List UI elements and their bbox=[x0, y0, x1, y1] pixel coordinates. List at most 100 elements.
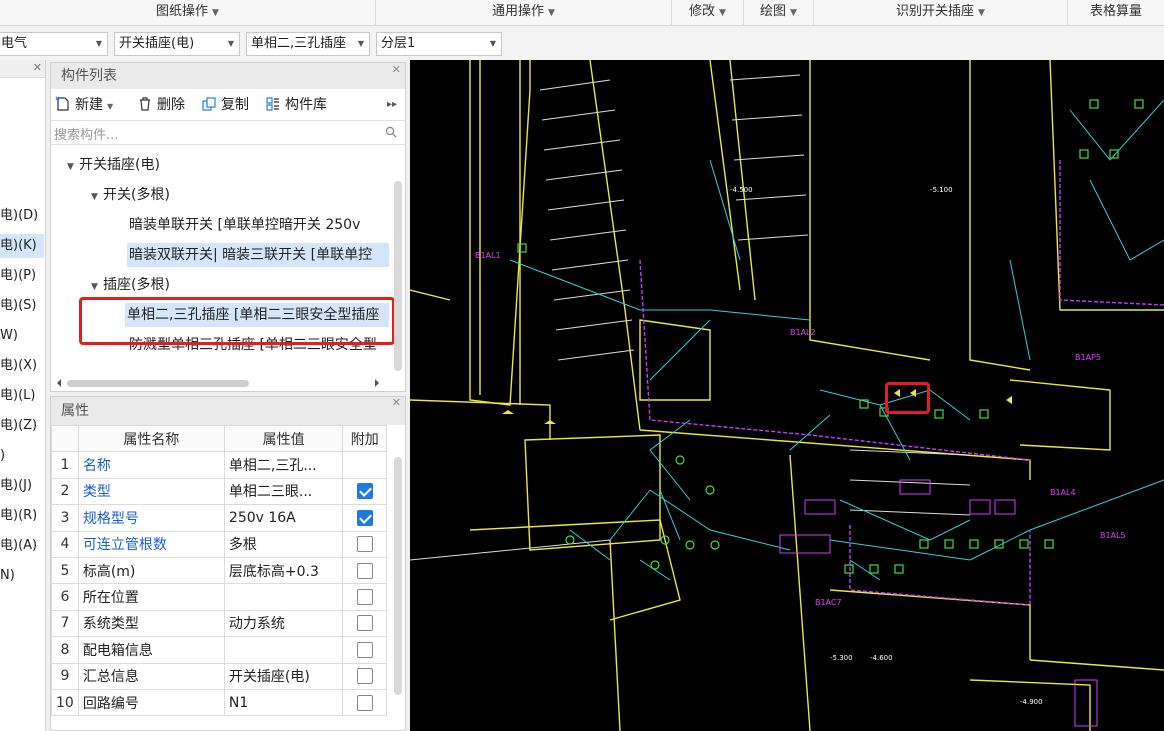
cad-label: -4.500 bbox=[730, 186, 753, 194]
ribbon-drawing-ops[interactable]: 图纸操作 ▼ bbox=[0, 0, 376, 26]
floor-plan-drawing[interactable]: B1AL1 B1AL2 B1AP5 B1AL5 B1AL4 B1AC7 -4.5… bbox=[410, 60, 1164, 731]
prop-value[interactable]: N1 bbox=[223, 688, 344, 717]
table-row[interactable]: 9 汇总信息 开关插座(电) bbox=[51, 662, 387, 690]
prop-value[interactable]: 层底标高+0.3 bbox=[223, 556, 344, 585]
ribbon-common-ops[interactable]: 通用操作 ▼ bbox=[376, 0, 672, 26]
scrollbar[interactable] bbox=[394, 457, 402, 695]
ribbon-modify[interactable]: 修改 ▼ bbox=[672, 0, 744, 26]
properties-panel: 属性 ✕ 属性名称 属性值 附加 1 名称 单相二,三孔... 2 类型 单相二三眼...… bbox=[50, 396, 406, 731]
prop-value[interactable]: 动力系统 bbox=[223, 609, 344, 638]
selector-bar: 电气 ▼ 开关插座(电) ▼ 单相二,三孔插座 ▼ 分层1 ▼ bbox=[0, 28, 1164, 60]
component-select[interactable]: 单相二,三孔插座 ▼ bbox=[246, 32, 370, 56]
prop-name: 规格型号 bbox=[77, 504, 225, 532]
component-type-panel: ✕ 电)(D) 电)(K) 电)(P) 电)(S) W) 电)(X) 电)(L)… bbox=[0, 60, 46, 731]
prop-name: 标高(m) bbox=[77, 556, 225, 585]
close-icon[interactable]: ✕ bbox=[392, 57, 401, 83]
type-item[interactable]: 电)(J) bbox=[0, 474, 44, 498]
close-icon[interactable]: ✕ bbox=[392, 389, 401, 417]
table-row[interactable]: 3 规格型号 250v 16A bbox=[51, 504, 387, 532]
prop-name: 汇总信息 bbox=[77, 662, 225, 690]
cad-label: B1AL1 bbox=[475, 251, 501, 260]
cad-label: B1AL2 bbox=[790, 328, 816, 337]
tree-node[interactable]: ▼ 插座(多根) bbox=[91, 273, 170, 297]
prop-value[interactable]: 单相二三眼... bbox=[223, 477, 344, 506]
checkbox[interactable] bbox=[356, 668, 373, 685]
type-item[interactable]: 电)(L) bbox=[0, 384, 44, 408]
search-input[interactable]: 搜索构件... bbox=[54, 124, 118, 143]
type-item[interactable]: 电)(R) bbox=[0, 504, 44, 528]
type-item[interactable]: 电)(A) bbox=[0, 534, 44, 558]
checkbox[interactable] bbox=[356, 483, 373, 500]
checkbox[interactable] bbox=[356, 589, 373, 606]
expand-icon[interactable]: ▼ bbox=[67, 155, 79, 179]
cad-label: B1AL4 bbox=[1050, 488, 1076, 497]
tree-node[interactable]: ▼ 开关插座(电) bbox=[67, 153, 160, 177]
copy-icon bbox=[202, 97, 216, 111]
table-row[interactable]: 8 配电箱信息 bbox=[51, 636, 387, 664]
prop-name: 可连立管根数 bbox=[77, 530, 225, 558]
checkbox[interactable] bbox=[356, 641, 373, 658]
tree-leaf[interactable]: 暗装单联开关 [单联单控暗开关 250v bbox=[129, 213, 360, 237]
expand-icon[interactable]: ▼ bbox=[91, 275, 103, 299]
new-button[interactable]: 新建 ▼ bbox=[55, 95, 113, 115]
more-icon[interactable]: ▸▸ bbox=[387, 95, 397, 115]
table-row[interactable]: 2 类型 单相二三眼... bbox=[51, 477, 387, 506]
table-row[interactable]: 5 标高(m) 层底标高+0.3 bbox=[51, 556, 387, 585]
type-item[interactable]: 电)(P) bbox=[0, 264, 44, 288]
scrollbar[interactable] bbox=[394, 181, 402, 371]
prop-value[interactable]: 250v 16A bbox=[223, 504, 344, 532]
cad-label: B1AC7 bbox=[815, 598, 842, 607]
checkbox[interactable] bbox=[356, 509, 373, 526]
tree-leaf[interactable]: 暗装双联开关| 暗装三联开关 [单联单控 bbox=[127, 243, 389, 267]
table-row[interactable]: 10 回路编号 N1 bbox=[51, 688, 387, 717]
type-item[interactable]: 电)(X) bbox=[0, 354, 44, 378]
panel-header: ✕ bbox=[0, 60, 45, 78]
prop-value[interactable] bbox=[223, 636, 344, 664]
prop-value[interactable] bbox=[223, 583, 344, 611]
type-item[interactable]: 电)(D) bbox=[0, 204, 44, 228]
tree-node[interactable]: ▼ 开关(多根) bbox=[91, 183, 170, 207]
table-row[interactable]: 4 可连立管根数 多根 bbox=[51, 530, 387, 558]
chevron-down-icon: ▼ bbox=[978, 8, 985, 18]
table-row[interactable]: 7 系统类型 动力系统 bbox=[51, 609, 387, 638]
ribbon-table-calc[interactable]: 表格算量 bbox=[1068, 0, 1164, 26]
discipline-select[interactable]: 电气 ▼ bbox=[0, 32, 108, 56]
search-icon[interactable] bbox=[385, 126, 397, 138]
close-icon[interactable]: ✕ bbox=[33, 61, 42, 74]
chevron-down-icon: ▼ bbox=[357, 39, 364, 48]
cad-canvas[interactable]: B1AL1 B1AL2 B1AP5 B1AL5 B1AL4 B1AC7 -4.5… bbox=[410, 60, 1164, 731]
prop-value[interactable]: 开关插座(电) bbox=[223, 662, 344, 690]
cad-label: -4.900 bbox=[1020, 698, 1043, 706]
checkbox[interactable] bbox=[356, 615, 373, 632]
table-row[interactable]: 6 所在位置 bbox=[51, 583, 387, 611]
type-item[interactable]: 电)(K) bbox=[0, 234, 44, 258]
checkbox[interactable] bbox=[356, 536, 373, 553]
type-item[interactable]: W) bbox=[0, 324, 44, 348]
expand-icon[interactable]: ▼ bbox=[91, 185, 103, 209]
ribbon-identify-switch[interactable]: 识别开关插座 ▼ bbox=[814, 0, 1068, 26]
copy-button[interactable]: 复制 bbox=[201, 95, 249, 115]
chevron-down-icon: ▼ bbox=[548, 8, 555, 18]
layer-select[interactable]: 分层1 ▼ bbox=[376, 32, 502, 56]
prop-value[interactable]: 多根 bbox=[223, 530, 344, 558]
type-item[interactable]: 电)(Z) bbox=[0, 414, 44, 438]
type-select[interactable]: 开关插座(电) ▼ bbox=[114, 32, 240, 56]
delete-button[interactable]: 删除 bbox=[137, 95, 185, 115]
table-row[interactable]: 1 名称 单相二,三孔... bbox=[51, 451, 387, 479]
component-list-panel: 构件列表 ✕ 新建 ▼ 删除 复制 构件库 ▸▸ 搜索构件... ▼ 开关插座(电) … bbox=[50, 62, 406, 392]
ribbon-draw[interactable]: 绘图 ▼ bbox=[744, 0, 814, 26]
cad-label: -5.300 bbox=[830, 654, 853, 662]
chevron-down-icon: ▼ bbox=[212, 8, 219, 18]
checkbox[interactable] bbox=[356, 694, 373, 711]
checkbox[interactable] bbox=[356, 562, 373, 579]
header-value: 属性值 bbox=[223, 424, 344, 453]
prop-value[interactable]: 单相二,三孔... bbox=[223, 451, 344, 479]
cad-label: B1AL5 bbox=[1100, 531, 1126, 540]
library-icon bbox=[266, 97, 279, 111]
type-item[interactable]: ) bbox=[0, 444, 44, 468]
scrollbar[interactable] bbox=[53, 377, 383, 389]
component-search[interactable]: 搜索构件... bbox=[51, 121, 405, 145]
type-item[interactable]: 电)(S) bbox=[0, 294, 44, 318]
type-item[interactable]: N) bbox=[0, 564, 44, 588]
library-button[interactable]: 构件库 bbox=[265, 95, 327, 115]
